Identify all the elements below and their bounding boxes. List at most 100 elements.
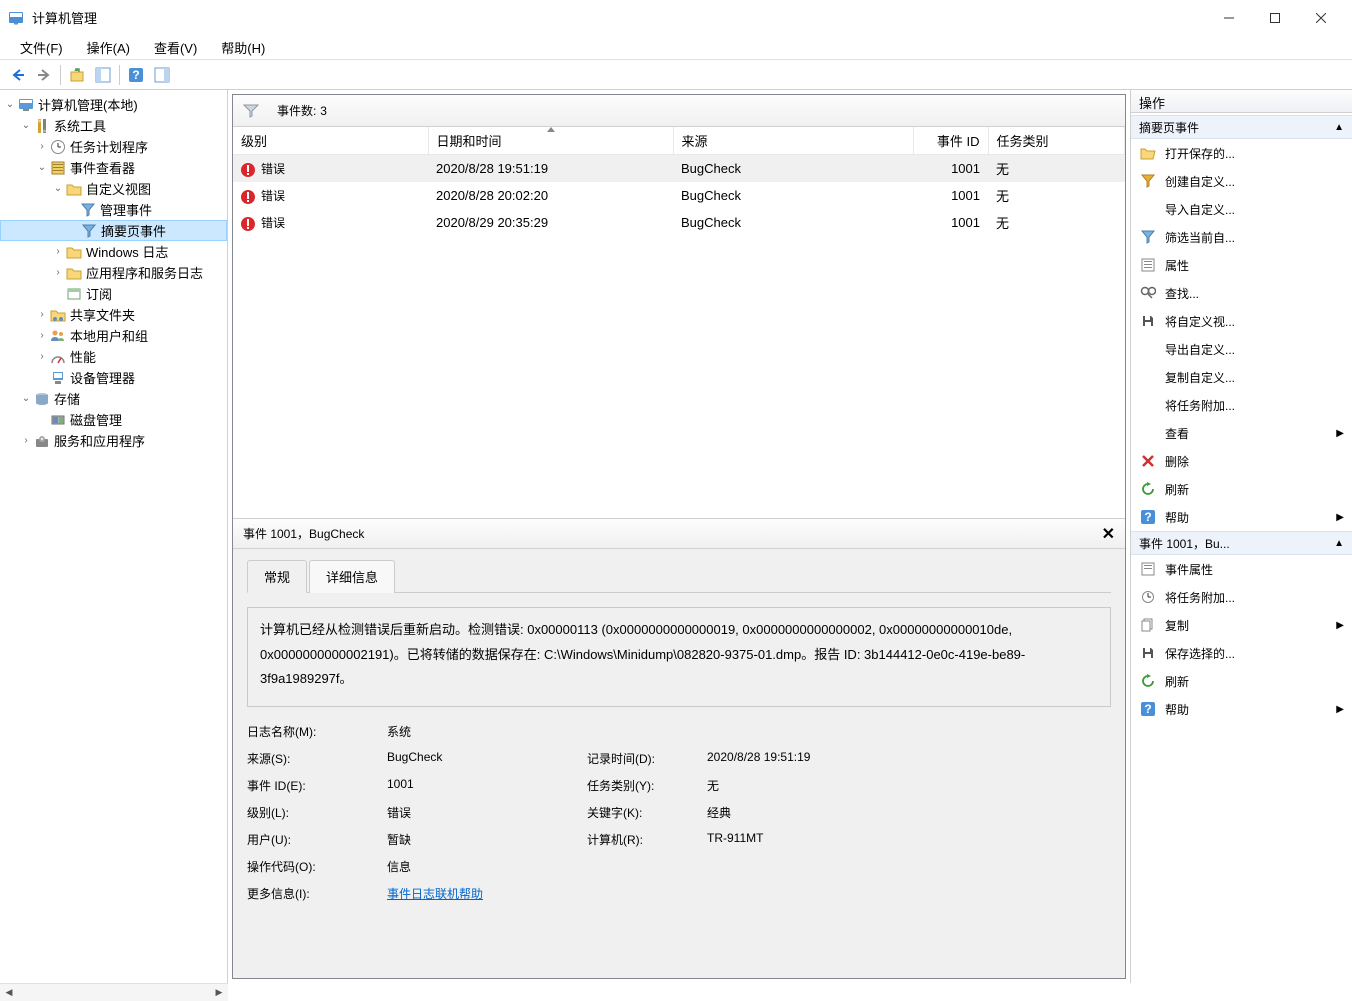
tree-app-services-logs[interactable]: › 应用程序和服务日志 bbox=[0, 262, 227, 283]
action-open-saved[interactable]: 打开保存的... bbox=[1131, 139, 1352, 167]
action-import-custom[interactable]: 导入自定义... bbox=[1131, 195, 1352, 223]
close-button[interactable] bbox=[1298, 3, 1344, 33]
filter-icon bbox=[1139, 229, 1157, 245]
actions-section1-header[interactable]: 摘要页事件▲ bbox=[1131, 115, 1352, 139]
action-save-custom[interactable]: 将自定义视... bbox=[1131, 307, 1352, 335]
action-save-selected[interactable]: 保存选择的... bbox=[1131, 639, 1352, 667]
tree-device-manager[interactable]: 设备管理器 bbox=[0, 367, 227, 388]
action-help2[interactable]: ?帮助▶ bbox=[1131, 695, 1352, 723]
actions-panel: 操作 摘要页事件▲ 打开保存的... 创建自定义... 导入自定义... 筛选当… bbox=[1130, 90, 1352, 983]
properties-icon bbox=[1139, 257, 1157, 273]
tree-services-apps[interactable]: › 服务和应用程序 bbox=[0, 430, 227, 451]
event-description: 计算机已经从检测错误后重新启动。检测错误: 0x00000113 (0x0000… bbox=[247, 607, 1111, 707]
tree-shared-folders[interactable]: › 共享文件夹 bbox=[0, 304, 227, 325]
tree-system-tools[interactable]: ⌄ 系统工具 bbox=[0, 115, 227, 136]
col-event-id[interactable]: 事件 ID bbox=[913, 127, 988, 155]
logged-label: 记录时间(D): bbox=[587, 750, 707, 767]
action-properties[interactable]: 属性 bbox=[1131, 251, 1352, 279]
col-source[interactable]: 来源 bbox=[673, 127, 913, 155]
back-button[interactable] bbox=[6, 63, 30, 87]
expand-icon[interactable]: › bbox=[50, 246, 66, 257]
table-row[interactable]: 错误 2020/8/28 20:02:20 BugCheck 1001 无 bbox=[233, 182, 1125, 209]
event-id-value: 1001 bbox=[387, 777, 587, 794]
collapse-icon[interactable]: ⌄ bbox=[18, 393, 34, 404]
menu-help[interactable]: 帮助(H) bbox=[209, 35, 277, 60]
show-hide-tree-button[interactable] bbox=[91, 63, 115, 87]
expand-icon[interactable]: › bbox=[18, 435, 34, 446]
show-hide-action-button[interactable] bbox=[150, 63, 174, 87]
tree-windows-logs[interactable]: › Windows 日志 bbox=[0, 241, 227, 262]
tree-hscroll[interactable]: ◀ ▶ bbox=[0, 983, 228, 1001]
chevron-right-icon: ▶ bbox=[1336, 428, 1344, 439]
expand-icon[interactable]: › bbox=[50, 267, 66, 278]
collapse-icon[interactable]: ⌄ bbox=[18, 120, 34, 131]
action-export-custom[interactable]: 导出自定义... bbox=[1131, 335, 1352, 363]
expand-icon[interactable]: › bbox=[34, 351, 50, 362]
task-cat-label: 任务类别(Y): bbox=[587, 777, 707, 794]
tree-summary-events[interactable]: 摘要页事件 bbox=[0, 220, 227, 241]
tree-custom-views[interactable]: ⌄ 自定义视图 bbox=[0, 178, 227, 199]
scroll-right-icon[interactable]: ▶ bbox=[210, 984, 228, 1001]
table-row[interactable]: 错误 2020/8/29 20:35:29 BugCheck 1001 无 bbox=[233, 209, 1125, 236]
minimize-button[interactable] bbox=[1206, 3, 1252, 33]
forward-button[interactable] bbox=[32, 63, 56, 87]
delete-icon bbox=[1139, 453, 1157, 469]
expand-icon[interactable]: › bbox=[34, 330, 50, 341]
tree-local-users[interactable]: › 本地用户和组 bbox=[0, 325, 227, 346]
maximize-button[interactable] bbox=[1252, 3, 1298, 33]
action-find[interactable]: 查找... bbox=[1131, 279, 1352, 307]
source-value: BugCheck bbox=[387, 750, 587, 767]
tree-admin-events[interactable]: 管理事件 bbox=[0, 199, 227, 220]
help-icon: ? bbox=[1139, 509, 1157, 525]
expand-icon[interactable]: › bbox=[34, 309, 50, 320]
event-grid[interactable]: 级别 日期和时间 来源 事件 ID 任务类别 错误 2020/8/28 19:5… bbox=[233, 127, 1125, 518]
tree-storage[interactable]: ⌄ 存储 bbox=[0, 388, 227, 409]
menu-view[interactable]: 查看(V) bbox=[142, 35, 209, 60]
help-button[interactable]: ? bbox=[124, 63, 148, 87]
user-label: 用户(U): bbox=[247, 831, 387, 848]
menu-action[interactable]: 操作(A) bbox=[75, 35, 142, 60]
action-copy-custom[interactable]: 复制自定义... bbox=[1131, 363, 1352, 391]
action-delete[interactable]: 删除 bbox=[1131, 447, 1352, 475]
actions-section2-header[interactable]: 事件 1001，Bu...▲ bbox=[1131, 531, 1352, 555]
action-event-props[interactable]: 事件属性 bbox=[1131, 555, 1352, 583]
tree-task-scheduler[interactable]: › 任务计划程序 bbox=[0, 136, 227, 157]
menu-file[interactable]: 文件(F) bbox=[8, 35, 75, 60]
computer-label: 计算机(R): bbox=[587, 831, 707, 848]
expand-icon[interactable]: › bbox=[34, 141, 50, 152]
table-row[interactable]: 错误 2020/8/28 19:51:19 BugCheck 1001 无 bbox=[233, 155, 1125, 183]
action-filter-current[interactable]: 筛选当前自... bbox=[1131, 223, 1352, 251]
tree-event-viewer[interactable]: ⌄ 事件查看器 bbox=[0, 157, 227, 178]
col-level[interactable]: 级别 bbox=[233, 127, 428, 155]
title-bar: 计算机管理 bbox=[0, 0, 1352, 35]
action-attach-task[interactable]: 将任务附加... bbox=[1131, 391, 1352, 419]
collapse-icon[interactable]: ⌄ bbox=[34, 162, 50, 173]
action-create-custom[interactable]: 创建自定义... bbox=[1131, 167, 1352, 195]
action-attach-task2[interactable]: 将任务附加... bbox=[1131, 583, 1352, 611]
up-button[interactable] bbox=[65, 63, 89, 87]
app-icon bbox=[8, 10, 24, 26]
action-copy[interactable]: 复制▶ bbox=[1131, 611, 1352, 639]
more-info-link[interactable]: 事件日志联机帮助 bbox=[387, 887, 483, 901]
tree-subscriptions[interactable]: 订阅 bbox=[0, 283, 227, 304]
tree-disk-management[interactable]: 磁盘管理 bbox=[0, 409, 227, 430]
svg-text:?: ? bbox=[1144, 702, 1151, 716]
close-detail-button[interactable]: ✕ bbox=[1102, 524, 1115, 544]
tree-performance[interactable]: › 性能 bbox=[0, 346, 227, 367]
col-datetime[interactable]: 日期和时间 bbox=[428, 127, 673, 155]
action-help[interactable]: ?帮助▶ bbox=[1131, 503, 1352, 531]
scroll-left-icon[interactable]: ◀ bbox=[0, 984, 18, 1001]
tab-details[interactable]: 详细信息 bbox=[309, 560, 395, 593]
col-task[interactable]: 任务类别 bbox=[988, 127, 1125, 155]
task-cat-value: 无 bbox=[707, 777, 1111, 794]
action-refresh[interactable]: 刷新 bbox=[1131, 475, 1352, 503]
tree-root[interactable]: ⌄ 计算机管理(本地) bbox=[0, 94, 227, 115]
collapse-icon[interactable]: ⌄ bbox=[50, 183, 66, 194]
level-value: 错误 bbox=[387, 804, 587, 821]
refresh-icon bbox=[1139, 481, 1157, 497]
error-icon bbox=[241, 217, 255, 231]
action-refresh2[interactable]: 刷新 bbox=[1131, 667, 1352, 695]
action-view[interactable]: 查看▶ bbox=[1131, 419, 1352, 447]
collapse-icon[interactable]: ⌄ bbox=[2, 99, 18, 110]
tab-general[interactable]: 常规 bbox=[247, 560, 307, 593]
